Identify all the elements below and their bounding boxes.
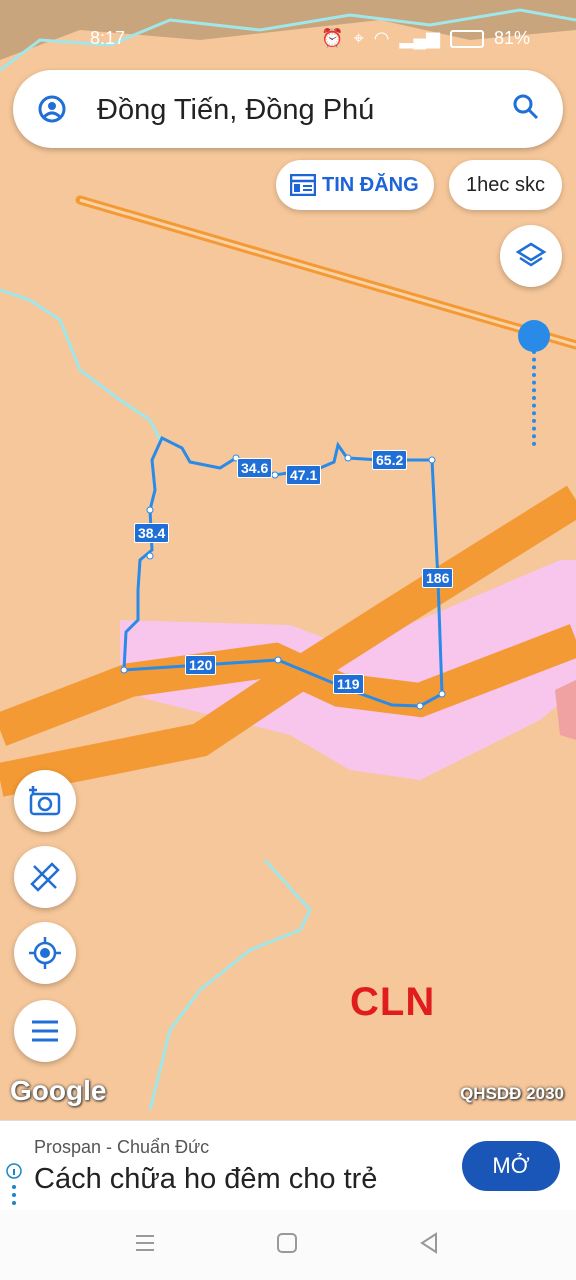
alarm-icon: ⏰ xyxy=(321,28,344,48)
status-bar: 8:17 ⏰ ⌖ ◠ ▂▄▆ 81% xyxy=(0,0,576,78)
search-bar[interactable]: Đồng Tiến, Đồng Phú xyxy=(13,70,563,148)
ad-sponsor: Prospan - Chuẩn Đức xyxy=(34,1137,210,1157)
segment-length-label: 34.6 xyxy=(237,458,273,478)
location-icon: ⌖ xyxy=(353,28,364,48)
add-photo-icon xyxy=(29,786,61,816)
wifi-icon: ◠ xyxy=(373,28,390,48)
filter-chip-label: 1hec skc xyxy=(466,173,545,196)
zone-label: CLN xyxy=(350,980,436,1024)
menu-icon xyxy=(32,1020,58,1042)
layers-button[interactable] xyxy=(500,225,562,287)
segment-length-label: 119 xyxy=(333,674,364,694)
opacity-slider-handle[interactable] xyxy=(518,320,550,352)
tin-dang-label: TIN ĐĂNG xyxy=(322,173,419,196)
filter-chip[interactable]: 1hec skc xyxy=(449,160,562,210)
battery-percent: 81% xyxy=(493,28,530,48)
ad-headline[interactable]: Cách chữa ho đêm cho trẻ xyxy=(34,1163,377,1196)
menu-button[interactable] xyxy=(14,1000,76,1062)
layers-icon xyxy=(515,242,547,267)
ad-open-button[interactable]: MỞ xyxy=(462,1141,560,1191)
opacity-slider-track[interactable] xyxy=(532,350,540,446)
listing-icon xyxy=(290,174,316,196)
info-icon[interactable] xyxy=(6,1163,22,1207)
signal-icon: ▂▄▆ xyxy=(399,28,440,48)
measure-icon xyxy=(30,862,60,892)
status-time: 8:17 xyxy=(90,28,126,48)
back-icon[interactable] xyxy=(418,1232,440,1254)
search-query[interactable]: Đồng Tiến, Đồng Phú xyxy=(97,94,374,127)
segment-length-label: 47.1 xyxy=(286,465,322,485)
segment-length-label: 38.4 xyxy=(134,523,170,543)
segment-length-label: 120 xyxy=(185,655,217,675)
add-photo-button[interactable] xyxy=(14,770,76,832)
layer-attribution: QHSDĐ 2030 xyxy=(460,1084,564,1103)
ad-banner[interactable]: Prospan - Chuẩn Đức Cách chữa ho đêm cho… xyxy=(0,1120,576,1211)
recent-apps-icon[interactable] xyxy=(134,1232,156,1254)
battery-icon xyxy=(449,29,484,48)
search-icon[interactable] xyxy=(511,92,541,122)
profile-icon[interactable] xyxy=(37,94,67,124)
my-location-button[interactable] xyxy=(14,922,76,984)
system-nav-bar xyxy=(0,1210,576,1280)
google-logo: Google xyxy=(10,1075,107,1106)
home-icon[interactable] xyxy=(276,1232,298,1254)
segment-length-label: 65.2 xyxy=(372,450,408,470)
measure-button[interactable] xyxy=(14,846,76,908)
my-location-icon xyxy=(29,937,61,969)
tin-dang-button[interactable]: TIN ĐĂNG xyxy=(276,160,434,210)
segment-length-label: 186 xyxy=(422,568,454,588)
